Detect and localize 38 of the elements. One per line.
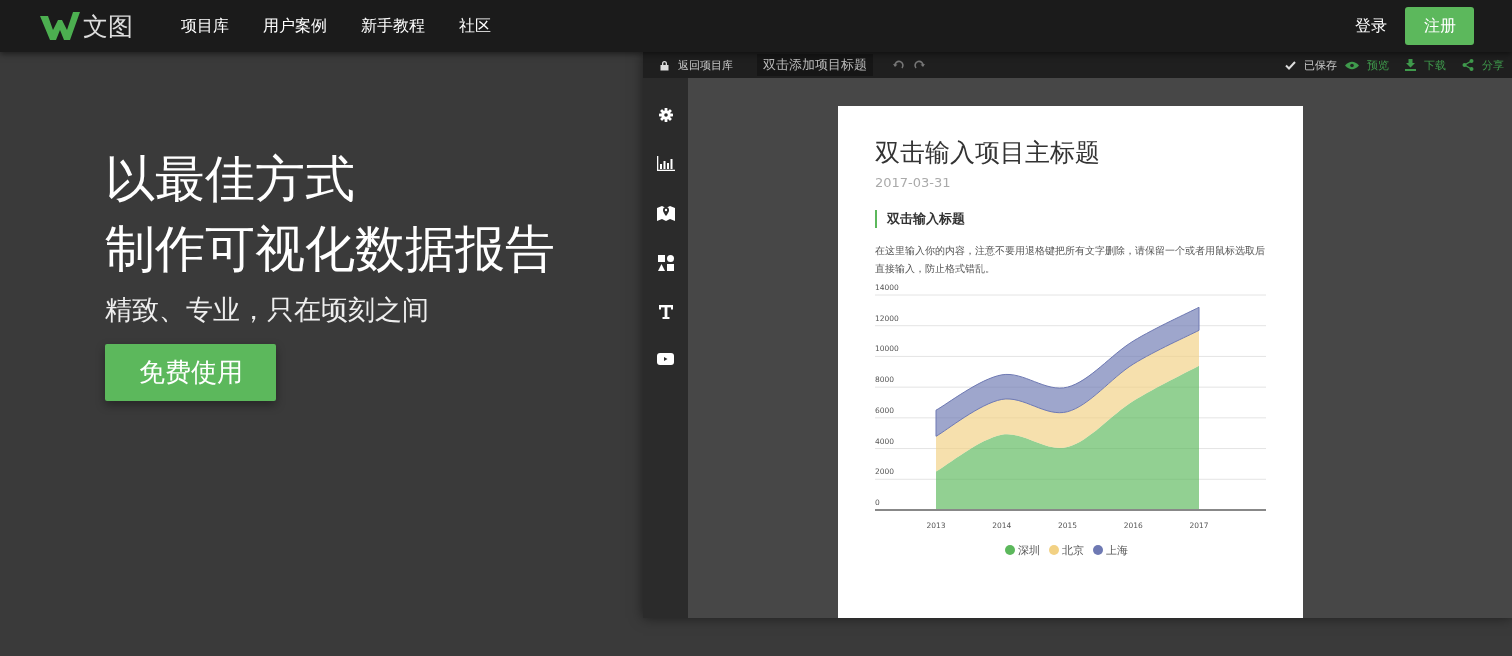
- map-pin-icon[interactable]: [656, 205, 675, 221]
- lock-icon: [659, 59, 670, 71]
- shapes-icon[interactable]: [657, 255, 674, 271]
- project-title-field[interactable]: 双击添加项目标题: [757, 54, 873, 76]
- download-icon[interactable]: [1405, 59, 1416, 71]
- report-title[interactable]: 双击输入项目主标题: [875, 136, 1303, 169]
- nav-link[interactable]: 新手教程: [361, 15, 425, 37]
- undo-icon[interactable]: [893, 60, 905, 70]
- legend-dot[interactable]: [1093, 545, 1103, 555]
- hero-title: 以最佳方式 制作可视化数据报告: [105, 149, 556, 280]
- logo-text[interactable]: 文图: [83, 9, 133, 43]
- login-link[interactable]: 登录: [1355, 15, 1387, 37]
- legend-dot[interactable]: [1005, 545, 1015, 555]
- hero-subtitle: 精致、专业，只在顷刻之间: [105, 293, 430, 327]
- settings-icon[interactable]: [658, 108, 673, 122]
- eye-icon[interactable]: [1345, 60, 1359, 70]
- toolbar-action-link[interactable]: 预览: [1367, 57, 1389, 73]
- legend-label[interactable]: 上海: [1106, 544, 1128, 556]
- logo-icon[interactable]: [40, 12, 80, 40]
- nav-link[interactable]: 社区: [459, 15, 491, 37]
- nav-link[interactable]: 用户案例: [263, 15, 327, 37]
- text-tool-icon[interactable]: [658, 305, 673, 319]
- share-icon[interactable]: [1462, 59, 1474, 71]
- legend-label[interactable]: 深圳: [1018, 544, 1040, 556]
- saved-status: 已保存: [1304, 57, 1337, 73]
- legend-label[interactable]: 北京: [1062, 544, 1084, 556]
- checkmark-icon: [1285, 60, 1296, 70]
- bar-chart-icon[interactable]: [656, 156, 675, 171]
- nav-link[interactable]: 项目库: [181, 15, 229, 37]
- toolbar-action-link[interactable]: 下载: [1424, 57, 1446, 73]
- section-heading[interactable]: 双击输入标题: [875, 210, 1303, 228]
- paragraph[interactable]: 在这里输入你的内容，注意不要用退格键把所有文字删除，请保留一个或者用鼠标选取后直接输入，防止格式错乱。: [875, 242, 1267, 278]
- report-date: 2017-03-31: [875, 175, 952, 190]
- toolbar-action-link[interactable]: 分享: [1482, 57, 1504, 73]
- legend-dot[interactable]: [1049, 545, 1059, 555]
- back-to-projects-link[interactable]: 返回项目库: [678, 57, 733, 73]
- redo-icon[interactable]: [913, 60, 925, 70]
- video-icon[interactable]: [657, 353, 674, 365]
